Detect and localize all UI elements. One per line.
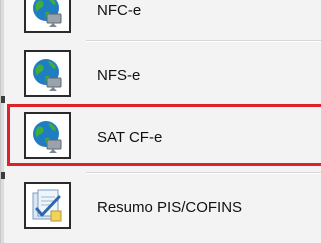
globe-network-icon bbox=[24, 0, 71, 33]
globe-network-icon bbox=[24, 50, 71, 97]
menu-item-label: Resumo PIS/COFINS bbox=[97, 199, 243, 216]
menu-item-nfc-e[interactable]: NFC-e bbox=[4, 0, 321, 40]
menu-separator bbox=[86, 172, 321, 173]
menu-separator bbox=[86, 40, 321, 41]
menu-item-label: NFC-e bbox=[97, 2, 142, 19]
menu-item-resumo-pis-cofins[interactable]: Resumo PIS/COFINS bbox=[4, 176, 321, 236]
context-menu: NFC-e NFS-e SAT CF-e Resumo PIS/COFINS bbox=[0, 0, 321, 243]
highlight-box bbox=[7, 104, 321, 166]
menu-item-label: NFS-e bbox=[97, 67, 141, 84]
menu-item-nfs-e[interactable]: NFS-e bbox=[4, 44, 321, 102]
documents-checkmark-icon bbox=[24, 182, 71, 229]
